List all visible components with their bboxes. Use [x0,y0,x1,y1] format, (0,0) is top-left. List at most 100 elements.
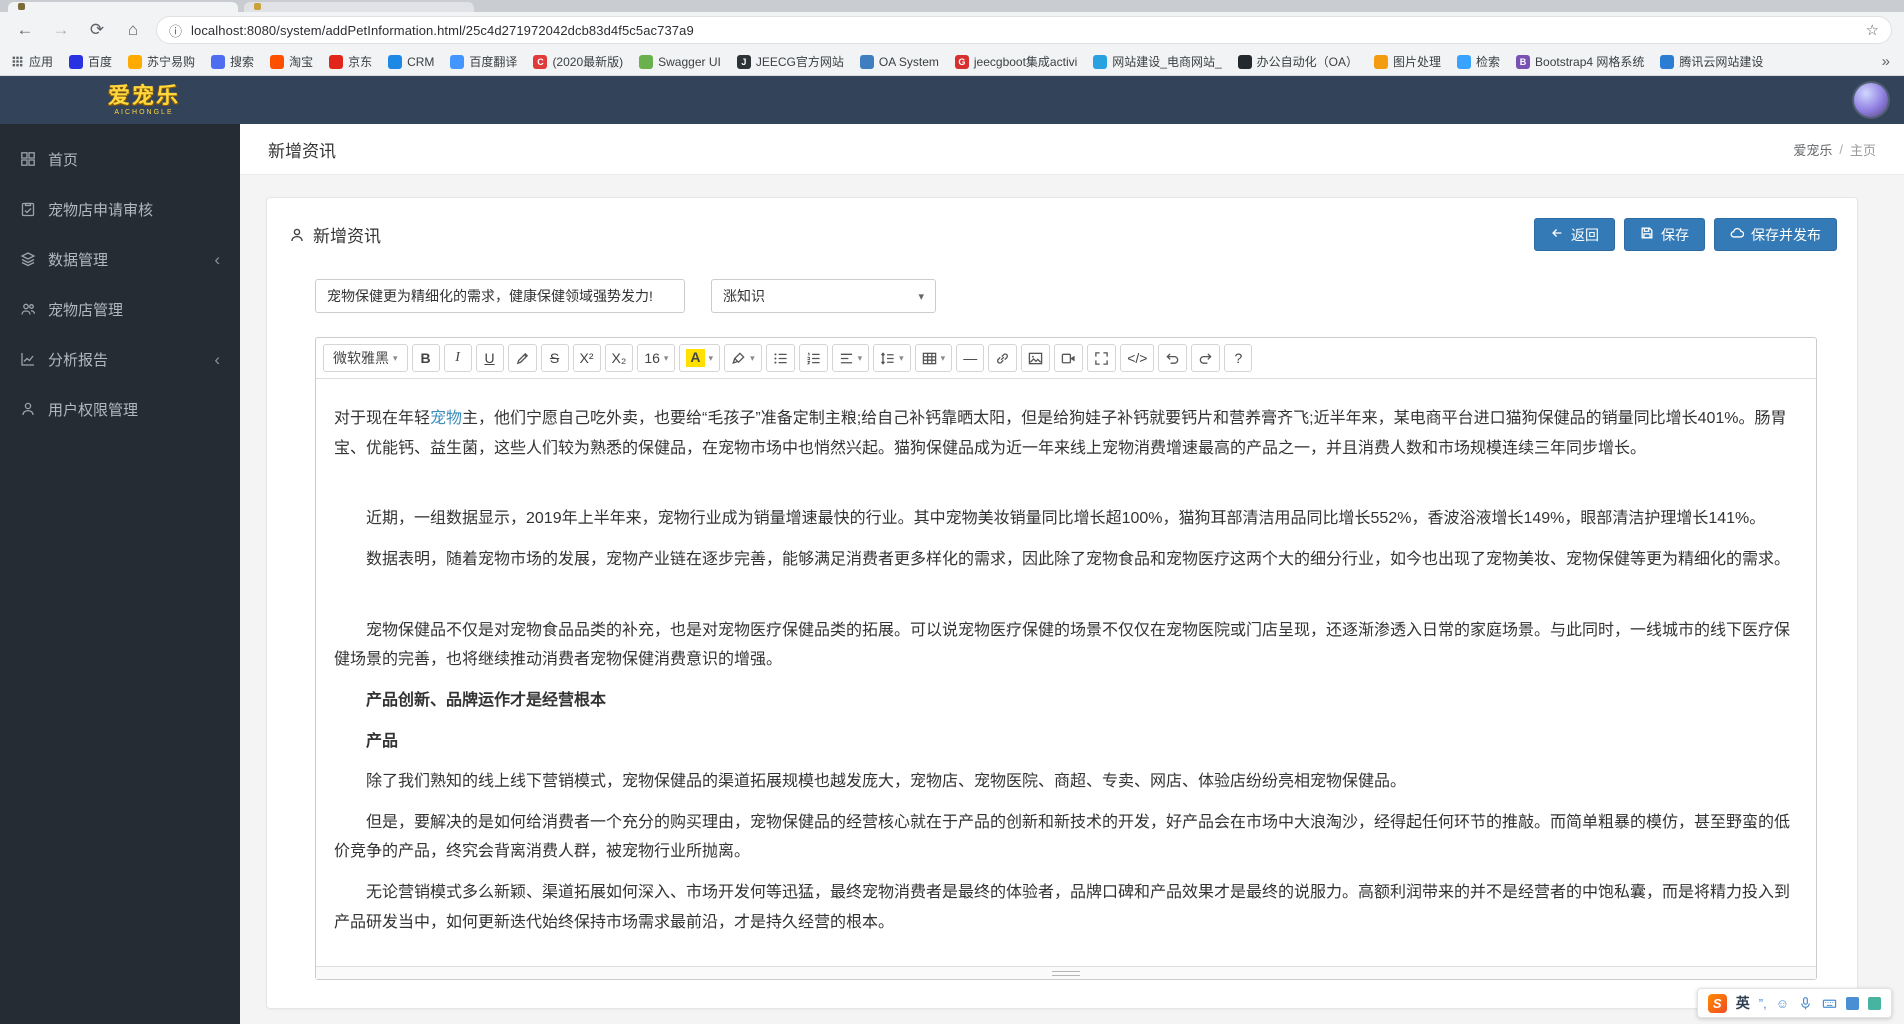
sidebar-item-shop-management[interactable]: 宠物店管理 [0,284,240,334]
address-bar[interactable]: ⓘ localhost:8080/system/addPetInformatio… [156,16,1892,44]
font-color-button[interactable]: A ▾ [679,344,721,372]
bookmark-item[interactable]: Gjeecgboot集成activi [954,53,1077,70]
editor-inline-link[interactable]: 宠物 [430,410,462,427]
bookmark-item[interactable]: 百度 [69,53,112,70]
strikethrough-button[interactable]: S [540,344,569,372]
editor-resize-handle[interactable] [316,966,1816,980]
bookmark-item[interactable]: 苏宁易购 [128,53,195,70]
toolbar-button-label: S [549,350,560,366]
return-button[interactable]: 返回 [1534,218,1615,251]
browser-tab[interactable] [244,2,474,12]
caret-down-icon: ▾ [857,352,863,363]
hr-button[interactable]: — [956,344,985,372]
bookmark-item[interactable]: OA System [859,54,939,69]
editor-heading: 产品创新、品牌运作才是经营根本 [334,686,1798,716]
ime-mode-indicator[interactable]: 英 [1736,993,1750,1013]
subscript-button[interactable]: X₂ [604,344,634,372]
bookmark-item[interactable]: J JEECG官方网站 [736,53,844,70]
link-button[interactable] [988,344,1018,372]
align-select[interactable]: ▾ [831,344,870,372]
browser-tab-strip[interactable] [0,0,1904,12]
bookmark-item[interactable]: B Bootstrap4 网格系统 [1516,53,1644,70]
bookmark-item[interactable]: 办公自动化（OA） [1237,53,1358,70]
redo-icon [1198,351,1213,366]
back-button[interactable]: ← [12,17,38,43]
bookmark-item[interactable]: 淘宝 [270,53,313,70]
ime-punctuation-icon[interactable]: ”, [1759,996,1767,1011]
browser-tab[interactable] [8,2,238,12]
table-button[interactable]: ▾ [914,344,953,372]
bookmark-item[interactable]: 网站建设_电商网站_ [1093,53,1222,70]
help-button[interactable]: ? [1224,344,1253,372]
ime-keyboard-icon[interactable] [1822,996,1837,1011]
font-family-select[interactable]: 微软雅黑 ▾ [323,344,408,372]
bookmark-favicon [450,54,465,69]
bookmark-star-icon[interactable]: ☆ [1866,21,1879,39]
bookmark-favicon [1457,54,1471,69]
bookmark-favicon [69,54,84,69]
caret-down-icon: ▾ [708,352,714,363]
bookmark-item[interactable]: 图片处理 [1373,53,1441,70]
breadcrumb-root[interactable]: 爱宠乐 [1793,140,1832,159]
caret-down-icon: ▾ [918,290,924,303]
line-height-select[interactable]: ▾ [873,344,911,372]
category-select[interactable]: 涨知识 ▾ [711,279,936,313]
pen-button[interactable] [507,344,537,372]
bookmark-label: 图片处理 [1392,55,1441,69]
toolbar-button-label: U [484,350,495,366]
sidebar-item-user-permission[interactable]: 用户权限管理 [0,384,240,434]
save-button[interactable]: 保存 [1624,218,1705,251]
ordered-list-button[interactable] [798,344,828,372]
ime-skin-icon[interactable] [1868,996,1881,1010]
bookmark-item[interactable]: 京东 [329,53,372,70]
italic-button[interactable]: I [443,344,472,372]
background-color-button[interactable]: ▾ [724,344,762,372]
undo-button[interactable] [1158,344,1188,372]
video-button[interactable] [1054,344,1084,372]
admin-app: 爱宠乐 AICHONGLE 首页 宠物店申请审核 数据管理 ‹ 宠物店管理分析报告 ‹ 用户… [0,76,1904,1024]
bookmark-item[interactable]: 检索 [1457,53,1500,70]
forward-button[interactable]: → [48,17,74,43]
ime-emoji-icon[interactable]: ☺ [1776,996,1789,1011]
refresh-button[interactable]: ⟳ [84,17,110,43]
editor-content[interactable]: 对于现在年轻宠物主，他们宁愿自己吃外卖，也要给“毛孩子”准备定制主粮;给自己补钙… [316,379,1816,966]
bookmark-item[interactable]: C (2020最新版) [533,53,623,70]
bookmarks-overflow-chevron[interactable]: » [1878,53,1894,70]
bookmark-item[interactable]: 搜索 [211,53,254,70]
bookmark-item[interactable]: 应用 [10,53,53,70]
editor-heading: 产品 [334,727,1798,757]
ime-toolbar[interactable]: S 英 ”, ☺ [1696,988,1892,1018]
sidebar-item-label: 宠物店管理 [48,301,124,319]
browser-toolbar: ← → ⟳ ⌂ ⓘ localhost:8080/system/addPetIn… [0,12,1904,48]
image-button[interactable] [1021,344,1051,372]
bookmark-item[interactable]: 腾讯云网站建设 [1660,53,1763,70]
ime-mic-icon[interactable] [1798,996,1813,1011]
home-button[interactable]: ⌂ [120,17,146,43]
bookmark-item[interactable]: CRM [388,54,434,69]
sidebar-item-home[interactable]: 首页 [0,134,240,184]
superscript-button[interactable]: X² [572,344,601,372]
bookmark-item[interactable]: 百度翻译 [450,53,517,70]
font-size-select[interactable]: 16 ▾ [637,344,676,372]
content-header: 新增资讯 爱宠乐 / 主页 [240,124,1904,175]
underline-button[interactable]: U [475,344,504,372]
bookmark-label: (2020最新版) [552,55,624,69]
redo-button[interactable] [1191,344,1221,372]
sidebar-item-data-management[interactable]: 数据管理 ‹ [0,234,240,284]
news-title-input[interactable] [315,279,685,313]
code-button[interactable]: </> [1120,344,1155,372]
site-info-icon[interactable]: ⓘ [169,21,182,40]
save-publish-button[interactable]: 保存并发布 [1714,218,1837,251]
sidebar-item-analysis-report[interactable]: 分析报告 ‹ [0,334,240,384]
ime-toolbox-icon[interactable] [1846,996,1859,1010]
sogou-logo-icon[interactable]: S [1707,993,1727,1013]
unordered-list-button[interactable] [765,344,795,372]
user-avatar[interactable] [1854,83,1888,117]
bookmark-item[interactable]: Swagger UI [639,54,721,69]
sidebar-item-shop-apply-review[interactable]: 宠物店申请审核 [0,184,240,234]
fullscreen-button[interactable] [1087,344,1117,372]
logo-subtext: AICHONGLE [114,108,174,116]
bold-button[interactable]: B [411,344,440,372]
toolbar-button-label: I [455,350,460,365]
ol-icon [806,351,821,366]
